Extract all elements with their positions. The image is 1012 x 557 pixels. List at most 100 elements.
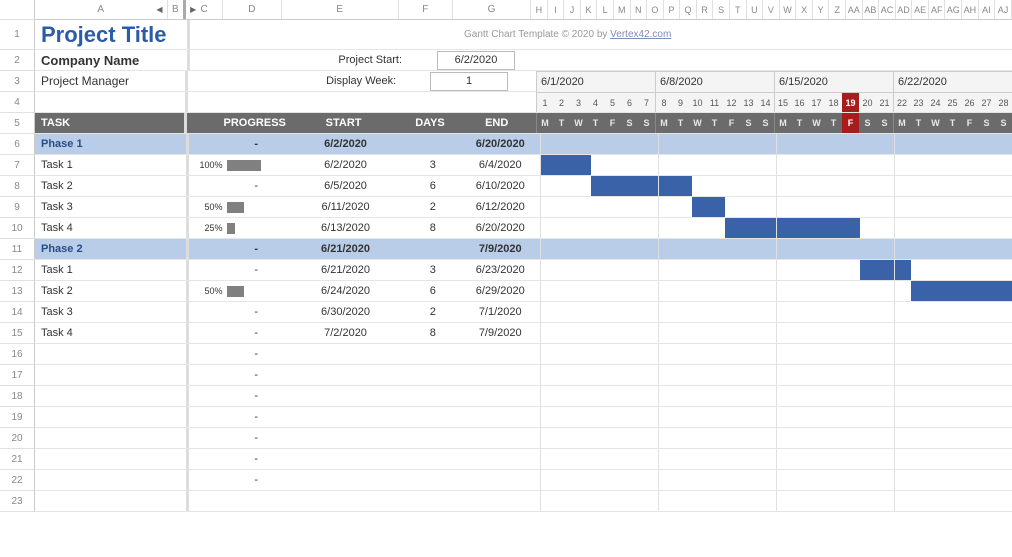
column-header[interactable]: AJ [995, 0, 1012, 19]
gantt-cell[interactable] [725, 470, 742, 490]
gantt-cell[interactable] [793, 491, 810, 511]
gantt-cell[interactable] [978, 134, 995, 154]
gantt-cell[interactable] [607, 449, 624, 469]
gantt-cell[interactable] [624, 428, 641, 448]
gantt-cell[interactable] [978, 407, 995, 427]
gantt-cell[interactable] [557, 428, 574, 448]
gantt-cell[interactable] [742, 470, 759, 490]
gantt-cell[interactable] [776, 323, 793, 343]
gantt-cell[interactable] [591, 197, 608, 217]
gantt-cell[interactable] [961, 386, 978, 406]
gantt-cell[interactable] [810, 365, 827, 385]
gantt-cell[interactable] [860, 260, 877, 280]
gantt-cell[interactable] [793, 449, 810, 469]
gantt-cell[interactable] [877, 218, 894, 238]
row-header[interactable]: 5 [0, 113, 35, 134]
gantt-cell[interactable] [945, 491, 962, 511]
gantt-cell[interactable] [725, 323, 742, 343]
gantt-cell[interactable] [759, 197, 776, 217]
gantt-cell[interactable] [860, 302, 877, 322]
gantt-cell[interactable] [675, 218, 692, 238]
empty-row[interactable]: - [35, 428, 1012, 449]
column-header[interactable]: A◀ [35, 0, 168, 19]
end-date-cell[interactable]: 7/9/2020 [461, 323, 540, 343]
gantt-cell[interactable] [827, 386, 844, 406]
gantt-cell[interactable] [725, 491, 742, 511]
gantt-cell[interactable] [911, 491, 928, 511]
gantt-cell[interactable] [624, 407, 641, 427]
gantt-cell[interactable] [911, 428, 928, 448]
end-date-cell[interactable] [461, 428, 540, 448]
gantt-cell[interactable] [961, 260, 978, 280]
gantt-cell[interactable] [793, 470, 810, 490]
end-date-cell[interactable]: 7/9/2020 [461, 239, 540, 259]
days-cell[interactable] [405, 365, 461, 385]
gantt-cell[interactable] [557, 491, 574, 511]
gantt-cell[interactable] [759, 323, 776, 343]
gantt-cell[interactable] [675, 449, 692, 469]
row-header[interactable]: 1 [0, 20, 35, 50]
gantt-cell[interactable] [675, 239, 692, 259]
gantt-cell[interactable] [843, 176, 860, 196]
gantt-cell[interactable] [641, 281, 658, 301]
gantt-cell[interactable] [658, 176, 675, 196]
end-date-cell[interactable]: 6/10/2020 [461, 176, 540, 196]
gantt-cell[interactable] [557, 470, 574, 490]
gantt-cell[interactable] [843, 239, 860, 259]
gantt-cell[interactable] [709, 239, 726, 259]
gantt-cell[interactable] [978, 323, 995, 343]
gantt-cell[interactable] [945, 281, 962, 301]
gantt-cell[interactable] [557, 323, 574, 343]
gantt-cell[interactable] [759, 281, 776, 301]
gantt-cell[interactable] [574, 302, 591, 322]
gantt-cell[interactable] [641, 491, 658, 511]
gantt-cell[interactable] [860, 470, 877, 490]
gantt-cell[interactable] [641, 386, 658, 406]
column-header[interactable]: AA [846, 0, 863, 19]
gantt-cell[interactable] [978, 176, 995, 196]
gantt-cell[interactable] [624, 302, 641, 322]
start-date-cell[interactable]: 6/11/2020 [286, 197, 405, 217]
gantt-cell[interactable] [843, 449, 860, 469]
column-header[interactable]: S [713, 0, 730, 19]
column-header[interactable]: E [282, 0, 399, 19]
gantt-cell[interactable] [911, 134, 928, 154]
days-cell[interactable] [405, 386, 461, 406]
gantt-cell[interactable] [692, 386, 709, 406]
column-header[interactable]: H [531, 0, 548, 19]
gantt-cell[interactable] [810, 323, 827, 343]
gantt-cell[interactable] [995, 197, 1012, 217]
gantt-cell[interactable] [945, 218, 962, 238]
gantt-cell[interactable] [641, 155, 658, 175]
gantt-cell[interactable] [810, 239, 827, 259]
gantt-cell[interactable] [995, 218, 1012, 238]
days-cell[interactable] [405, 239, 461, 259]
gantt-cell[interactable] [574, 218, 591, 238]
column-header[interactable]: V [763, 0, 780, 19]
gantt-cell[interactable] [574, 365, 591, 385]
column-header[interactable]: B [168, 0, 187, 19]
gantt-cell[interactable] [827, 449, 844, 469]
start-date-cell[interactable] [286, 365, 405, 385]
gantt-cell[interactable] [540, 449, 557, 469]
gantt-cell[interactable] [961, 218, 978, 238]
gantt-cell[interactable] [945, 302, 962, 322]
gantt-cell[interactable] [860, 449, 877, 469]
gantt-cell[interactable] [759, 491, 776, 511]
gantt-cell[interactable] [675, 407, 692, 427]
gantt-cell[interactable] [928, 218, 945, 238]
gantt-cell[interactable] [827, 281, 844, 301]
gantt-cell[interactable] [540, 323, 557, 343]
progress-bar-cell[interactable]: - [227, 365, 287, 385]
gantt-cell[interactable] [641, 302, 658, 322]
gantt-cell[interactable] [843, 407, 860, 427]
column-header[interactable]: W [780, 0, 797, 19]
gantt-cell[interactable] [894, 197, 911, 217]
progress-pct-cell[interactable] [189, 491, 227, 511]
gantt-cell[interactable] [776, 197, 793, 217]
gantt-cell[interactable] [692, 218, 709, 238]
gantt-cell[interactable] [877, 134, 894, 154]
gantt-cell[interactable] [843, 281, 860, 301]
days-cell[interactable]: 6 [405, 176, 461, 196]
gantt-cell[interactable] [945, 134, 962, 154]
